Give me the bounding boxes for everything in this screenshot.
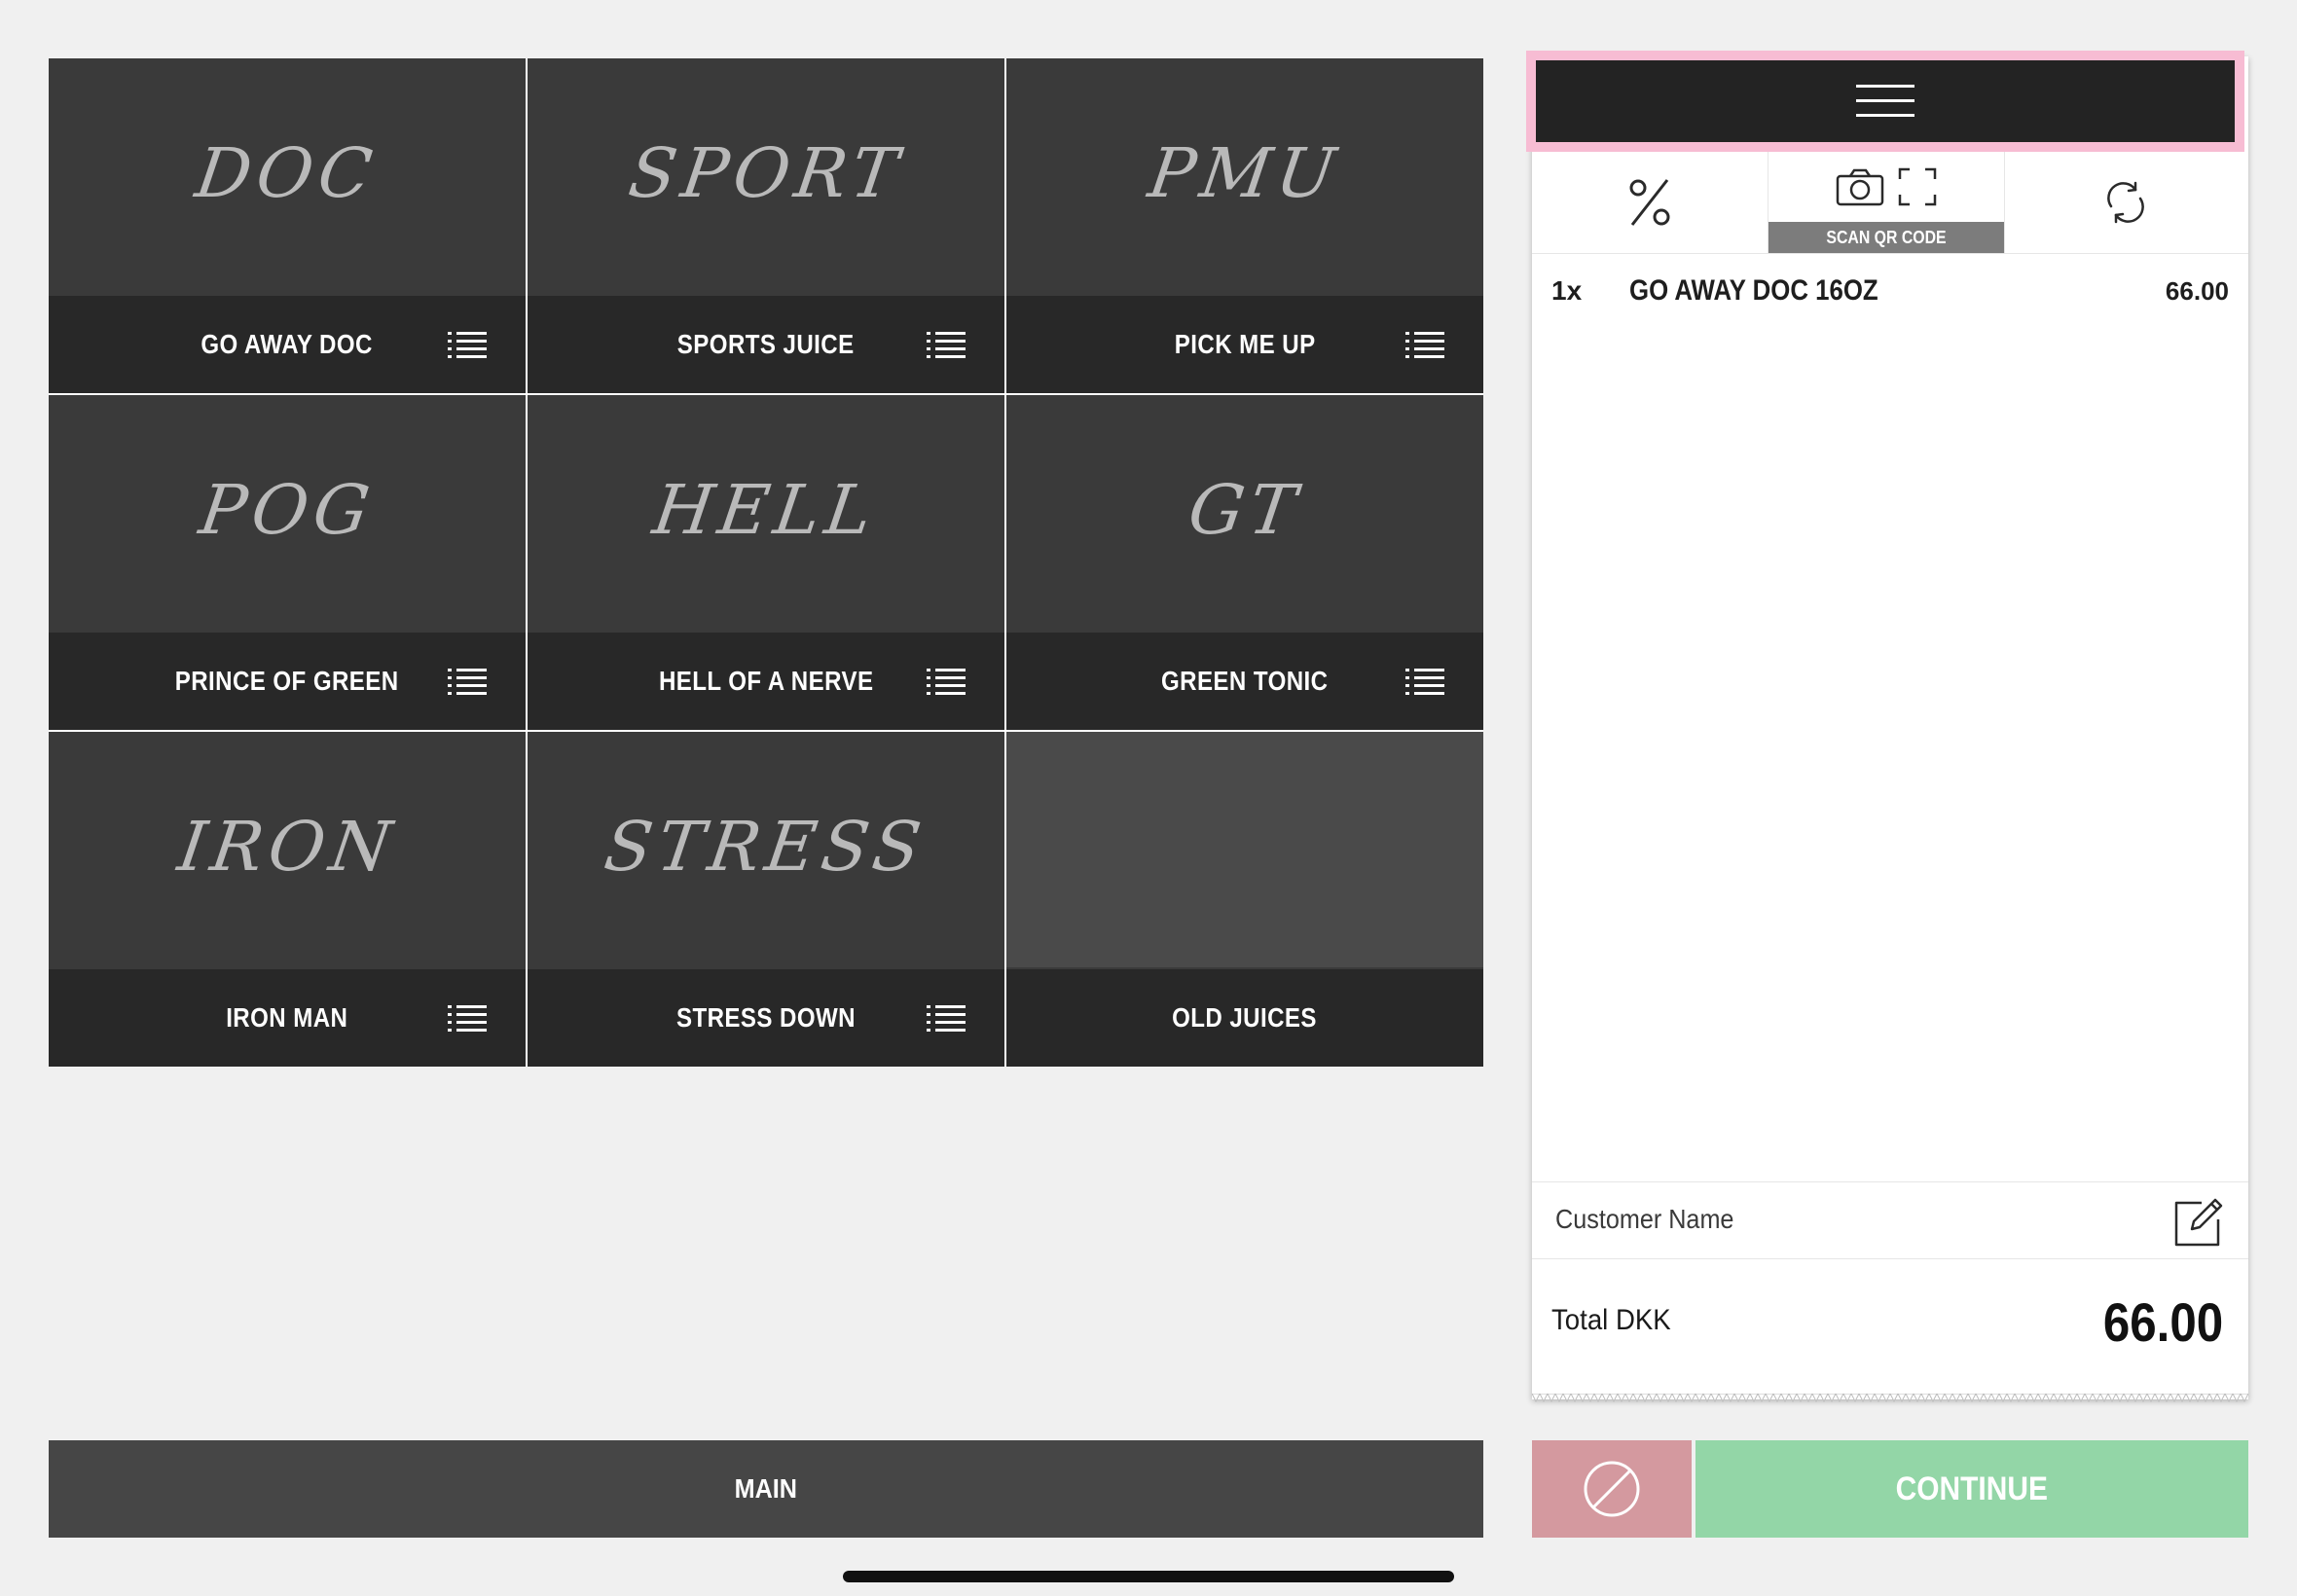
product-label: STRESS DOWN <box>675 1002 857 1033</box>
product-tile-go-away-doc[interactable]: DOC GO AWAY DOC <box>49 58 526 393</box>
product-footer: GREEN TONIC <box>1006 633 1483 730</box>
product-tile-hell-of-a-nerve[interactable]: HELL HELL OF A NERVE <box>528 395 1004 730</box>
product-label: IRON MAN <box>226 1002 348 1033</box>
customer-name-field[interactable]: Customer Name <box>1532 1181 2248 1259</box>
list-icon[interactable] <box>927 331 966 358</box>
product-label: GO AWAY DOC <box>201 329 374 359</box>
list-icon[interactable] <box>448 668 487 695</box>
scan-qr-label-text: SCAN QR CODE <box>1826 227 1947 247</box>
product-tile-iron-man[interactable]: IRON IRON MAN <box>49 732 526 1067</box>
hamburger-icon <box>1856 85 1914 117</box>
product-label: PICK ME UP <box>1174 329 1316 359</box>
scan-qr-button[interactable]: SCAN QR CODE <box>1768 152 2005 253</box>
main-category-label: MAIN <box>734 1473 798 1504</box>
total-label: Total DKK <box>1551 1304 1671 1336</box>
product-art-text: SPORT <box>623 133 909 213</box>
product-footer: SPORTS JUICE <box>528 296 1004 393</box>
product-art: POG <box>49 395 526 631</box>
product-tile-stress-down[interactable]: STRESS STRESS DOWN <box>528 732 1004 1067</box>
refresh-icon <box>2107 181 2144 224</box>
product-art: DOC <box>49 58 526 294</box>
product-footer: PICK ME UP <box>1006 296 1483 393</box>
receipt-toolbar: SCAN QR CODE <box>1532 152 2248 254</box>
product-art-text: STRESS <box>600 807 932 887</box>
product-art-text: GT <box>1183 470 1307 550</box>
discount-button[interactable] <box>1532 152 1768 253</box>
product-label: HELL OF A NERVE <box>658 666 874 696</box>
percent-icon <box>1629 179 1670 226</box>
product-footer: HELL OF A NERVE <box>528 633 1004 730</box>
product-label: SPORTS JUICE <box>677 329 855 359</box>
product-art: PMU <box>1006 58 1483 294</box>
list-icon[interactable] <box>448 331 487 358</box>
continue-button[interactable]: CONTINUE <box>1695 1440 2248 1538</box>
product-tile-prince-of-green[interactable]: POG PRINCE OF GREEN <box>49 395 526 730</box>
scan-qr-label: SCAN QR CODE <box>1768 222 2004 253</box>
product-art <box>1006 732 1483 967</box>
list-icon[interactable] <box>927 1004 966 1032</box>
refresh-button[interactable] <box>2003 152 2248 253</box>
total-value: 66.00 <box>2102 1291 2223 1353</box>
edit-icon[interactable] <box>2172 1194 2227 1249</box>
list-icon[interactable] <box>1405 668 1444 695</box>
product-art-text: DOC <box>191 133 383 213</box>
void-order-button[interactable] <box>1532 1440 1692 1538</box>
receipt-line-item[interactable]: 1x GO AWAY DOC 16OZ 66.00 <box>1532 261 2248 321</box>
product-art-text: IRON <box>172 807 402 887</box>
camera-icon <box>1836 168 1884 206</box>
customer-name-label: Customer Name <box>1555 1204 1734 1234</box>
receipt-edge <box>1532 1394 2248 1403</box>
product-footer: PRINCE OF GREEN <box>49 633 526 730</box>
product-tile-sports-juice[interactable]: SPORT SPORTS JUICE <box>528 58 1004 393</box>
product-footer: OLD JUICES <box>1006 969 1483 1067</box>
product-label: OLD JUICES <box>1172 1002 1318 1033</box>
line-item-price: 66.00 <box>2165 275 2229 306</box>
home-indicator <box>843 1571 1454 1582</box>
product-tile-pick-me-up[interactable]: PMU PICK ME UP <box>1006 58 1483 393</box>
product-footer: GO AWAY DOC <box>49 296 526 393</box>
product-art: SPORT <box>528 58 1004 294</box>
product-label: GREEN TONIC <box>1161 666 1329 696</box>
product-label: PRINCE OF GREEN <box>175 666 399 696</box>
list-icon[interactable] <box>448 1004 487 1032</box>
receipt-panel: SCAN QR CODE 1x GO AWAY DOC 16OZ 66.00 C… <box>1526 51 2248 1403</box>
product-footer: IRON MAN <box>49 969 526 1067</box>
cancel-icon <box>1584 1461 1640 1517</box>
main-category-button[interactable]: MAIN <box>49 1440 1483 1538</box>
product-art: IRON <box>49 732 526 967</box>
product-tile-green-tonic[interactable]: GT GREEN TONIC <box>1006 395 1483 730</box>
product-footer: STRESS DOWN <box>528 969 1004 1067</box>
line-item-qty: 1x <box>1551 275 1583 306</box>
continue-label: CONTINUE <box>1895 1469 2049 1507</box>
qr-frame-icon <box>1898 167 1937 206</box>
product-art: GT <box>1006 395 1483 631</box>
list-icon[interactable] <box>927 668 966 695</box>
product-tile-old-juices[interactable]: OLD JUICES <box>1006 732 1483 1067</box>
menu-button[interactable] <box>1526 51 2244 152</box>
product-grid: DOC GO AWAY DOC SPORT SPORTS JUICE PMU P… <box>49 58 1483 1067</box>
product-art-text: PMU <box>1144 133 1346 213</box>
product-art: HELL <box>528 395 1004 631</box>
product-art-text: HELL <box>648 470 884 550</box>
line-item-name: GO AWAY DOC 16OZ <box>1629 274 1878 307</box>
product-art: STRESS <box>528 732 1004 967</box>
product-art-text: POG <box>195 470 380 550</box>
list-icon[interactable] <box>1405 331 1444 358</box>
scan-icons <box>1836 152 1937 222</box>
